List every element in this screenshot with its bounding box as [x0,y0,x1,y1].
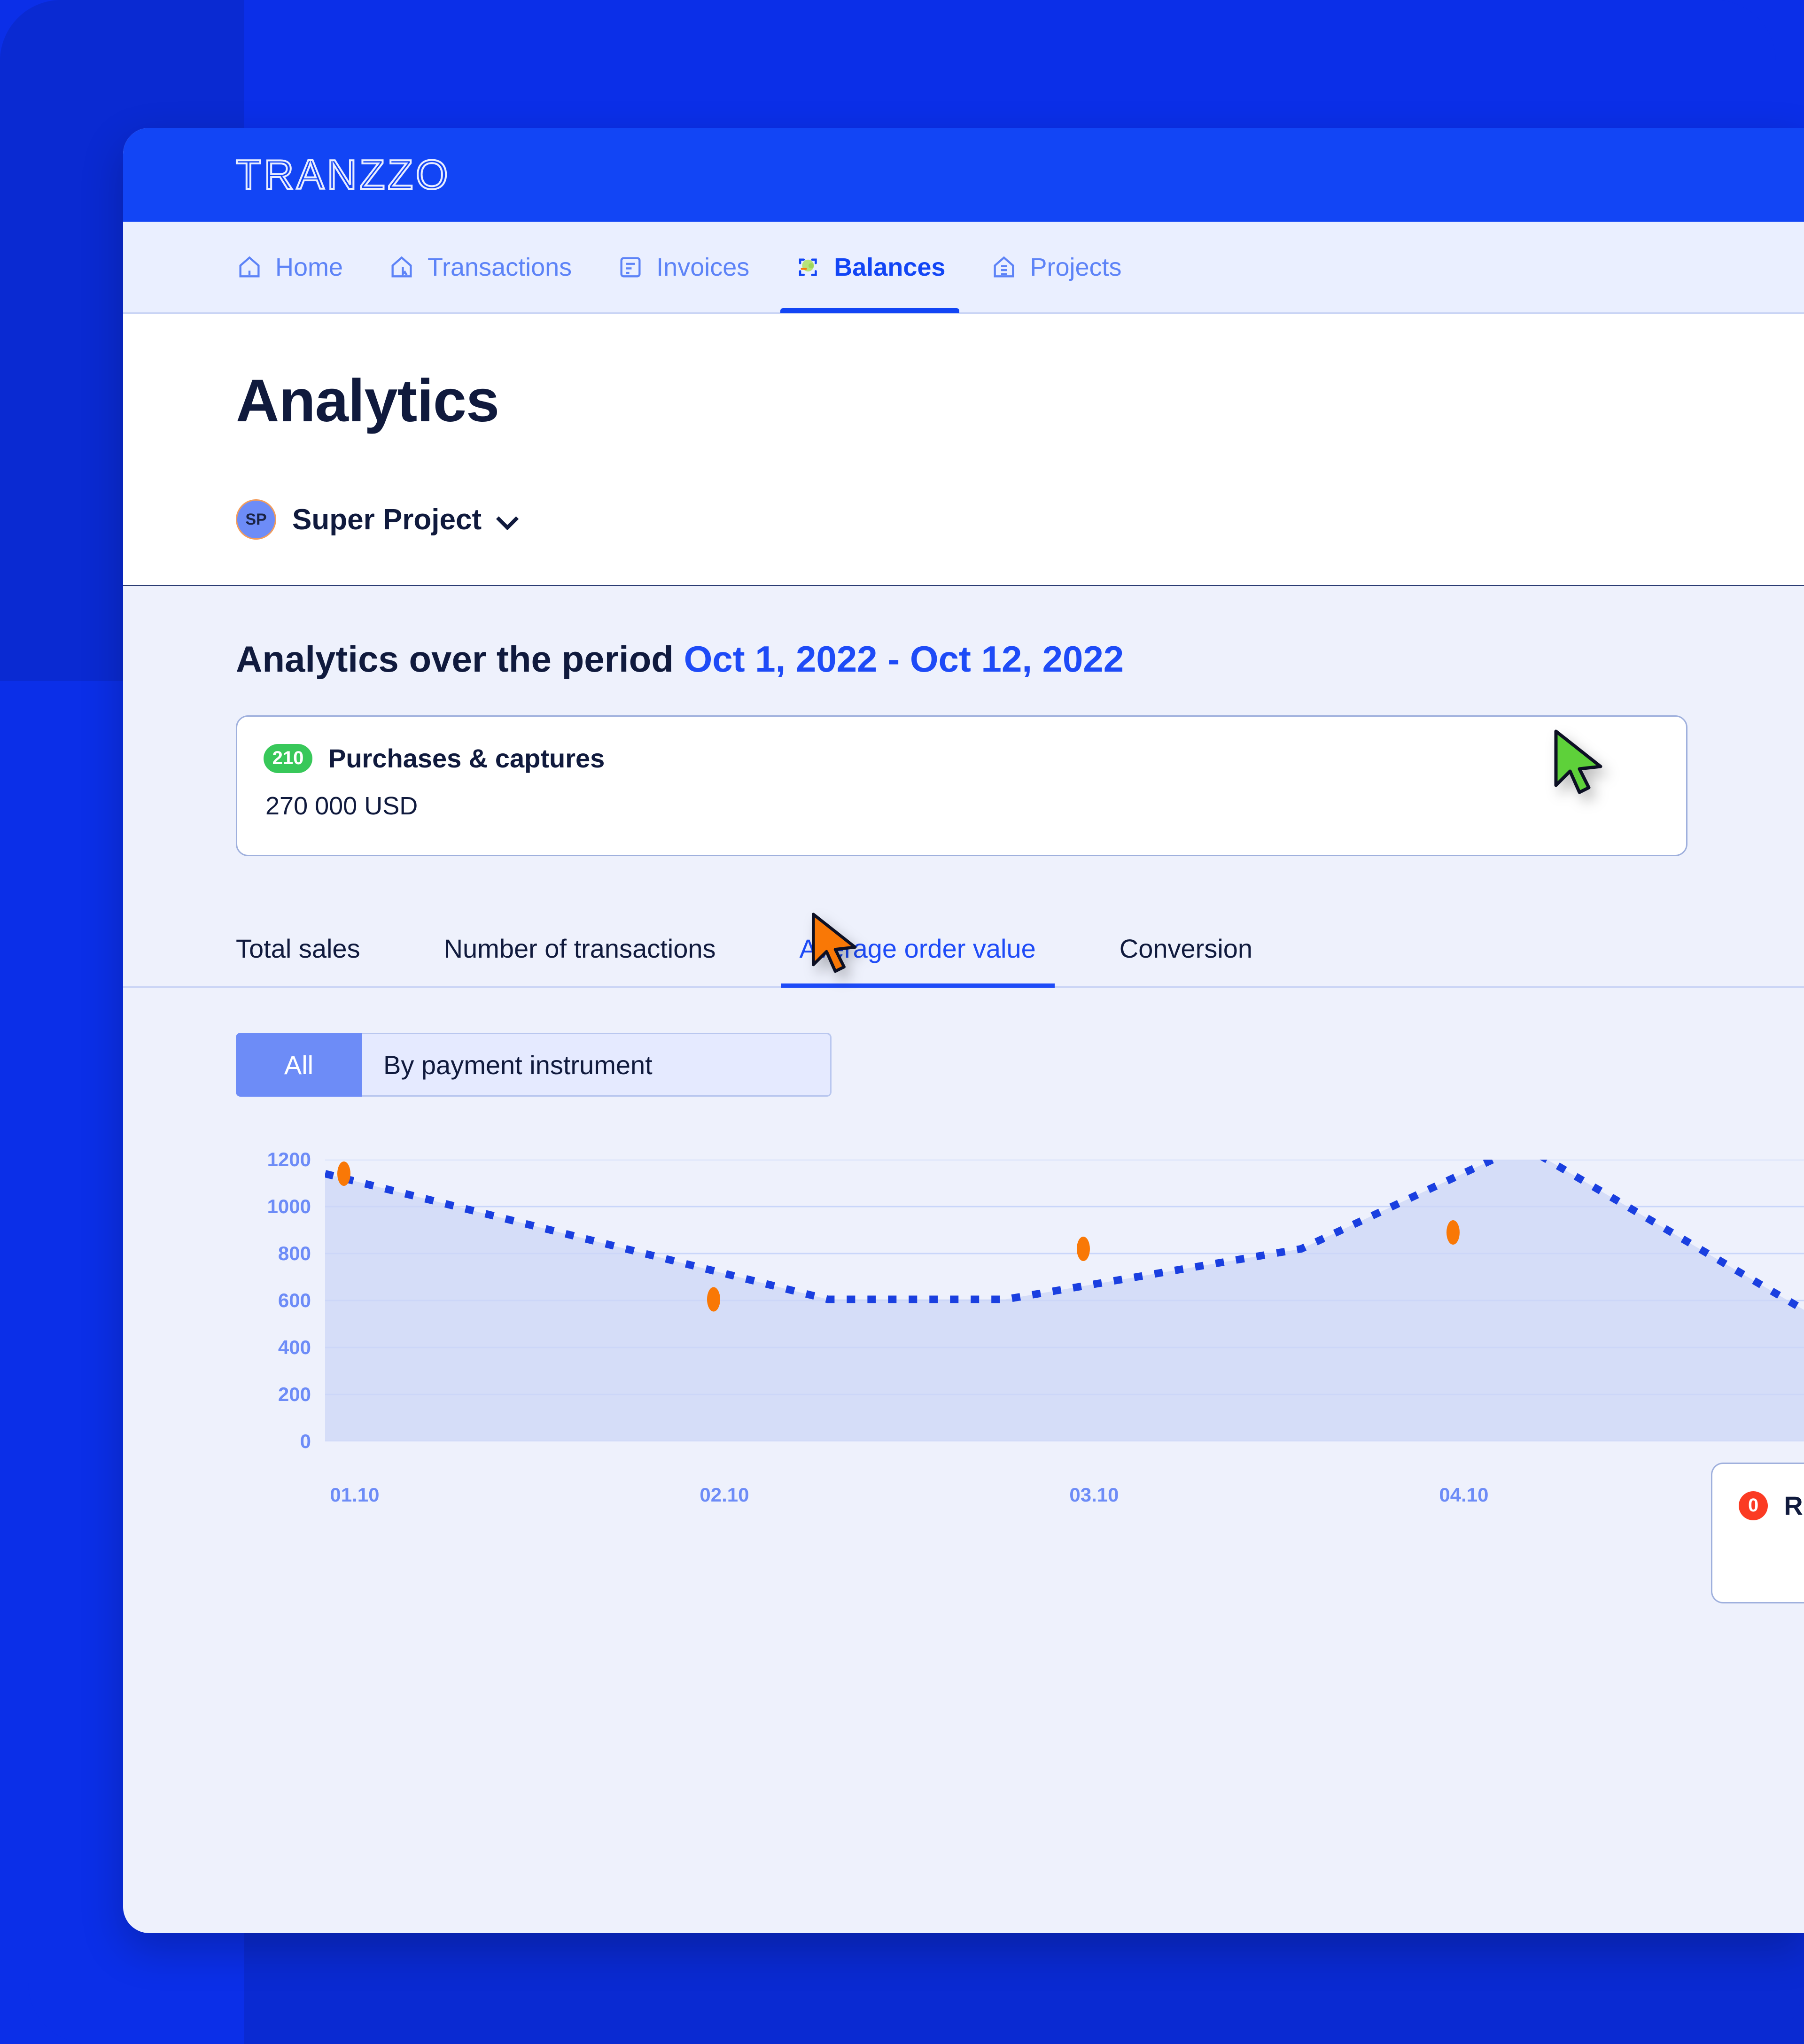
nav-item-label: Transactions [428,253,572,281]
project-name: Super Project [292,503,482,536]
tab-number-of-transactions[interactable]: Number of transactions [444,933,716,986]
chart-y-tick: 0 [300,1430,311,1452]
chart-x-tick: 03.10 [1069,1484,1119,1506]
chart-area-fill [325,1146,1804,1441]
home-icon [239,256,260,278]
analytics-heading-prefix: Analytics over the period [236,638,684,680]
filter-all-button[interactable]: All [236,1033,362,1097]
brand-logo[interactable]: TRANZZO [235,153,451,196]
chart-data-point [707,1287,720,1312]
page-header: Analytics SP Super Project [123,314,1804,586]
chart-x-tick: 02.10 [700,1484,749,1506]
stat-card-title: Purchases & captures [328,743,605,773]
tab-total-sales[interactable]: Total sales [236,933,360,986]
nav-item-label: Invoices [656,253,750,281]
nav-item-home[interactable]: Home [236,221,343,313]
chart-y-tick: 800 [278,1242,311,1264]
chart-y-tick: 1200 [267,1148,311,1170]
chart-series-svg [324,1141,1804,1442]
stat-card-purchases[interactable]: 210 Purchases & captures 270 000 USD [236,715,1687,856]
chart-data-point [1076,1237,1090,1261]
stage: TRANZZO Search Home Transactions [0,0,1804,2044]
analytics-period-value[interactable]: Oct 1, 2022 - Oct 12, 2022 [684,638,1124,680]
chart-plot-area [324,1141,1804,1442]
chart-y-axis: 0 200 400 600 800 1000 1200 [217,1148,311,1452]
projects-icon [994,256,1014,278]
analytics-period-heading: Analytics over the period Oct 1, 2022 - … [236,638,1804,681]
chart-y-tick: 200 [278,1383,311,1405]
top-bar: TRANZZO Search [123,128,1804,298]
nav-item-transactions[interactable]: Transactions [388,221,572,313]
project-selector[interactable]: SP Super Project [236,499,1804,540]
balances-icon [799,258,817,276]
chart-x-axis: 01.10 02.10 03.10 04.10 [325,1484,1804,1512]
stat-card-value: 270 000 USD [265,792,418,820]
nav-item-projects[interactable]: Projects [990,221,1122,313]
nav-item-label: Home [275,253,343,281]
page-title: Analytics [236,367,499,434]
chart-data-point [337,1161,350,1186]
filter-group-by-select[interactable]: By payment instrument [362,1033,832,1097]
analytics-section: Analytics over the period Oct 1, 2022 - … [123,586,1804,1603]
transactions-icon [391,256,412,278]
chart-x-tick: 01.10 [330,1484,380,1506]
chevron-down-icon [498,510,516,529]
chart-y-tick: 400 [278,1336,311,1358]
invoices-icon [620,256,641,278]
nav-item-invoices[interactable]: Invoices [617,221,749,313]
tab-conversion[interactable]: Conversion [1120,933,1252,986]
nav-item-balances[interactable]: Balances [780,221,960,313]
chart-x-tick: 04.10 [1439,1484,1489,1506]
chart-data-point [1446,1220,1460,1245]
nav-item-label: Projects [1030,253,1122,281]
analytics-chart: 0 200 400 600 800 1000 1200 01.10 02.10 03.10 04.… [123,1141,1804,1517]
chart-y-tick: 1000 [267,1195,311,1217]
chart-y-tick: 600 [278,1289,311,1311]
chart-filters: All By payment instrument [236,1033,1804,1097]
app-window: TRANZZO Search Home Transactions [123,128,1804,1933]
nav-item-label: Balances [834,253,946,281]
metric-tabs: Total sales Number of transactions Avera… [123,909,1804,988]
project-avatar: SP [236,499,276,540]
status-badge: 210 [264,743,312,773]
main-nav: Home Transactions Invoices Balances Proj… [123,222,1804,314]
